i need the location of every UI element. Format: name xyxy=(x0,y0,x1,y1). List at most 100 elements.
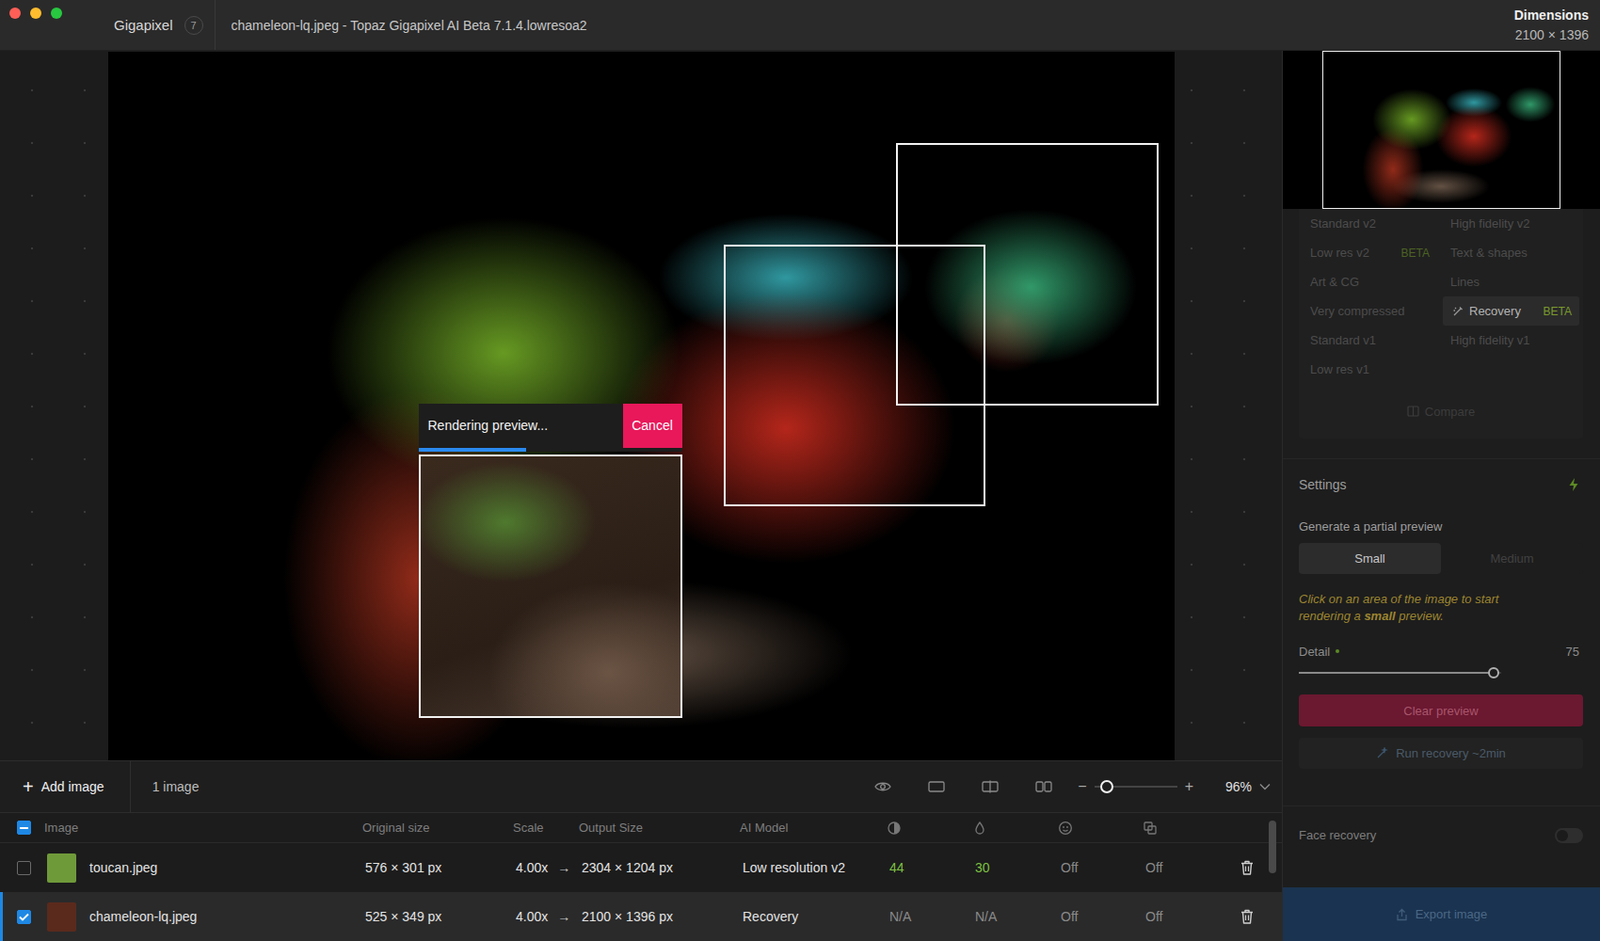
zoom-value[interactable]: 96% xyxy=(1225,779,1252,795)
minimize-button[interactable] xyxy=(30,7,42,19)
table-scrollbar[interactable] xyxy=(1268,820,1277,874)
render-status: Rendering preview... Cancel xyxy=(418,403,683,452)
toolbar-separator xyxy=(129,760,131,814)
zoom-in-button[interactable]: + xyxy=(1184,778,1194,796)
close-button[interactable] xyxy=(9,7,21,19)
column-header[interactable] xyxy=(1057,820,1143,836)
image-preview[interactable]: Rendering preview... Cancel xyxy=(108,51,1175,761)
column-header[interactable] xyxy=(1142,820,1236,836)
model-label: High fidelity v1 xyxy=(1450,333,1531,348)
detail-slider-knob[interactable] xyxy=(1488,667,1500,679)
model-label: Art & CG xyxy=(1310,274,1360,289)
model-label: Low res v1 xyxy=(1310,362,1370,377)
model-label: Very compressed xyxy=(1310,304,1405,319)
model-item[interactable]: Standard v1 xyxy=(1302,325,1443,355)
face-recovery-toggle[interactable] xyxy=(1554,828,1584,844)
output-size: 2100 × 1396 px xyxy=(581,909,743,925)
detail-label: Detail xyxy=(1298,644,1330,659)
cancel-button[interactable]: Cancel xyxy=(623,403,683,448)
model-item[interactable]: Low res v2 BETA xyxy=(1302,238,1443,268)
export-image-button[interactable]: Export image xyxy=(1282,887,1600,941)
row-checkbox[interactable] xyxy=(16,910,32,925)
compare-label: Compare xyxy=(1424,404,1475,419)
column-header[interactable]: AI Model xyxy=(739,820,887,835)
detail-row: Detail 75 xyxy=(1298,642,1584,660)
recovery-icon xyxy=(1452,305,1464,318)
preview-size-option[interactable]: Medium xyxy=(1440,543,1584,575)
column-header[interactable]: Scale xyxy=(512,820,579,835)
detail-slider[interactable] xyxy=(1298,672,1502,674)
setting-value: Off xyxy=(1060,860,1146,876)
version-badge: 7 xyxy=(184,16,204,35)
clear-preview-button[interactable]: Clear preview xyxy=(1298,694,1584,727)
model-item[interactable]: Text & shapes xyxy=(1442,238,1580,268)
row-checkbox[interactable] xyxy=(16,861,32,876)
table-row[interactable]: toucan.jpeg 576 × 301 px 4.00x→ 2304 × 1… xyxy=(0,843,1282,893)
trash-icon[interactable] xyxy=(1238,908,1256,926)
column-header[interactable]: Output Size xyxy=(578,820,740,835)
wand-icon xyxy=(1376,747,1389,760)
original-size: 576 × 301 px xyxy=(365,860,516,876)
model-list: Standard v2 High fidelity v2 Low res v2 … xyxy=(1298,208,1584,439)
window-title: chameleon-lq.jpeg - Topaz Gigapixel AI B… xyxy=(231,17,588,33)
model-item[interactable]: Low res v1 xyxy=(1302,354,1443,384)
droplet-icon xyxy=(972,820,988,836)
model-item[interactable]: High fidelity v2 xyxy=(1442,208,1580,239)
setting-value: 30 xyxy=(975,860,1061,876)
lightning-icon[interactable] xyxy=(1568,477,1580,493)
modified-dot xyxy=(1335,649,1340,654)
scale[interactable]: 4.00x→ xyxy=(515,860,582,876)
column-header[interactable] xyxy=(886,820,973,836)
single-view-icon[interactable] xyxy=(928,780,945,794)
beta-badge: BETA xyxy=(1543,304,1572,319)
model-item[interactable]: Art & CG xyxy=(1302,267,1443,297)
model-item[interactable]: High fidelity v1 xyxy=(1442,325,1580,355)
compare-button[interactable]: Compare xyxy=(1302,384,1580,439)
preview-box[interactable] xyxy=(896,143,1159,406)
model-item[interactable]: Recovery BETA xyxy=(1442,296,1580,326)
add-image-button[interactable]: + Add image xyxy=(22,777,105,797)
run-recovery-button[interactable]: Run recovery ~2min xyxy=(1298,737,1584,769)
setting-value: N/A xyxy=(975,909,1061,925)
detail-value[interactable]: 75 xyxy=(1566,644,1584,659)
column-header[interactable]: Image xyxy=(44,820,363,835)
preview-box[interactable] xyxy=(723,244,986,507)
column-header[interactable]: Original size xyxy=(362,820,513,835)
model-item[interactable]: Lines xyxy=(1442,267,1580,297)
original-size: 525 × 349 px xyxy=(365,909,516,925)
navigator xyxy=(1282,50,1600,209)
eye-icon[interactable] xyxy=(874,780,892,794)
export-icon xyxy=(1395,908,1408,922)
split-view-icon[interactable] xyxy=(981,780,999,794)
setting-value: 44 xyxy=(889,860,976,876)
zoom-slider[interactable] xyxy=(1094,785,1178,788)
zoom-out-button[interactable]: − xyxy=(1077,778,1087,796)
model-item[interactable]: Very compressed xyxy=(1302,296,1443,326)
preview-size-option[interactable]: Small xyxy=(1298,543,1441,575)
table-row[interactable]: chameleon-lq.jpeg 525 × 349 px 4.00x→ 21… xyxy=(0,892,1282,941)
side-by-side-icon[interactable] xyxy=(1035,780,1053,794)
column-header[interactable] xyxy=(972,820,1058,836)
zoom-button[interactable] xyxy=(50,7,63,19)
settings-title: Settings xyxy=(1298,477,1347,493)
dimensions: Dimensions 2100 × 1396 xyxy=(1514,7,1600,43)
select-all-checkbox[interactable] xyxy=(16,820,32,835)
preview-hint-size: small xyxy=(1363,608,1395,624)
model-label: Standard v2 xyxy=(1310,216,1376,231)
preview-box[interactable] xyxy=(418,454,683,719)
ai-model: Recovery xyxy=(742,909,890,925)
trash-icon[interactable] xyxy=(1238,859,1256,877)
navigator-thumbnail[interactable] xyxy=(1322,50,1561,209)
chevron-down-icon[interactable] xyxy=(1259,783,1271,791)
canvas[interactable]: Rendering preview... Cancel xyxy=(0,50,1282,761)
model-item[interactable]: Standard v2 xyxy=(1302,208,1443,239)
model-label: High fidelity v2 xyxy=(1450,216,1531,231)
toggle-knob xyxy=(1556,830,1568,842)
zoom-slider-knob[interactable] xyxy=(1100,780,1114,794)
dimensions-label: Dimensions xyxy=(1514,7,1589,23)
scale[interactable]: 4.00x→ xyxy=(515,909,582,925)
settings-section: Settings Generate a partial preview Smal… xyxy=(1282,459,1600,807)
image-name: toucan.jpeg xyxy=(89,860,158,876)
output-size: 2304 × 1204 px xyxy=(581,860,743,876)
setting-value: Off xyxy=(1145,909,1239,925)
